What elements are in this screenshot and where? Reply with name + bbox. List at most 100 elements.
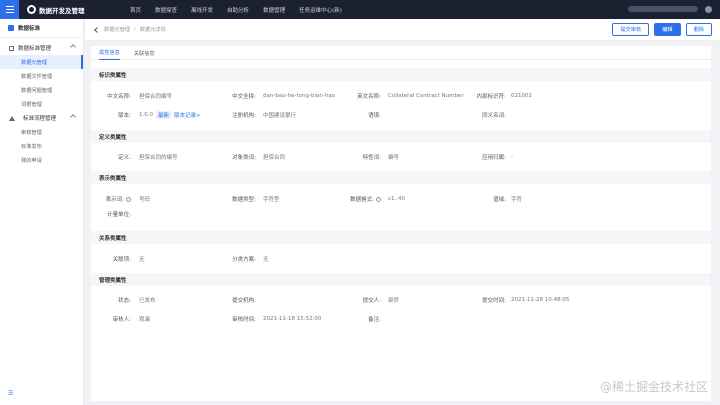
topnav-home[interactable]: 首页 (123, 0, 148, 19)
field-label: 计量单位: (107, 212, 131, 218)
section-definition: 定义类属性 (91, 130, 711, 143)
field-value: 无 (139, 257, 145, 263)
field-label: 内部标识符: (476, 94, 506, 100)
field-label: 中文名称: (107, 94, 131, 100)
field-row: 版本: 1.0.0 最新 版本记录> 注册机构: 中国建设银行 语境: 同义名词… (91, 107, 711, 123)
sidebar-item-data-file[interactable]: 数据文件管理 (0, 69, 83, 83)
sidebar-item-data-issue[interactable]: 数据问题管理 (0, 83, 83, 97)
field-value: 2021-11-18 15:52:00 (263, 316, 322, 322)
field-value: 担保合同的编号 (139, 155, 178, 161)
tab-relations[interactable]: 关联信息 (134, 46, 155, 60)
field-value: 已发布 (139, 298, 156, 304)
section-identity: 标识类属性 (91, 68, 711, 81)
user-avatar-icon[interactable] (705, 6, 712, 13)
field-row: 表示词: 号码 数据类型: 字符型 数据格式: c1..40 值域: 字符 (91, 191, 711, 207)
delete-button[interactable]: 删除 (685, 23, 712, 36)
field-label: 数据格式: (341, 191, 381, 207)
field-label: 中文全拼: (232, 94, 256, 100)
field-row: 关联项: 无 分类方案: 无 (91, 251, 711, 267)
field-label: 注册机构: (232, 113, 256, 119)
menu-toggle-button[interactable] (0, 0, 19, 19)
field-value: 无 (263, 257, 269, 263)
field-value: 担保合同 (263, 155, 286, 161)
sidebar-group-process-management[interactable]: 标准流程管理 (0, 111, 83, 125)
hamburger-icon (5, 6, 14, 13)
warning-icon (9, 115, 15, 121)
field-label: 分类方案: (232, 257, 256, 263)
field-value: 2021-11-28 10:48:05 (511, 297, 570, 303)
field-label: 同义名词: (482, 113, 506, 119)
version-value: 1.0.0 (139, 112, 153, 118)
field-value: 021002 (511, 93, 532, 99)
topnav-data-management[interactable]: 数据管理 (256, 0, 292, 19)
field-label: 对象类词: (232, 155, 256, 161)
data-standard-icon (8, 25, 14, 31)
field-label: 提交机构: (232, 298, 256, 304)
help-icon[interactable] (126, 196, 131, 202)
tab-attributes[interactable]: 属性信息 (99, 46, 120, 60)
breadcrumb-separator: / (133, 26, 136, 33)
field-row: 中文名称: 担保合同编号 中文全拼: dan-bao-he-tong-bian-… (91, 88, 711, 104)
breadcrumb-current: 数据元详情 (139, 27, 166, 33)
field-value: 1.0.0 最新 版本记录> (139, 107, 201, 123)
field-label: 值域: (493, 197, 506, 203)
back-arrow-icon[interactable] (94, 26, 100, 33)
latest-badge: 最新 (156, 111, 172, 119)
sidebar-item-data-element[interactable]: 数据元管理 (0, 55, 83, 69)
submit-review-button[interactable]: 提交审核 (612, 23, 650, 36)
field-value: Collateral Contract Number (388, 93, 464, 99)
sidebar-item-word-root[interactable]: 词根管理 (0, 97, 83, 111)
sidebar: 数据标准 数据标准管理 数据元管理 数据文件管理 数据问题管理 词根管理 标准流… (0, 19, 84, 405)
section-management: 管理类属性 (91, 273, 711, 286)
field-label: 审核时间: (232, 317, 256, 323)
tab-bar: 属性信息 关联信息 (91, 46, 711, 60)
user-info[interactable] (628, 6, 698, 12)
help-icon[interactable] (376, 196, 381, 202)
watermark: @稀土掘金技术社区 (599, 380, 708, 394)
field-row: 状态: 已发布 提交机构: 提交人: 部侨 提交时间: 2021-11-28 1… (91, 292, 711, 308)
sidebar-group-standard-management[interactable]: 数据标准管理 (0, 41, 83, 55)
field-value: 观澜 (139, 317, 151, 323)
chevron-up-icon (70, 44, 76, 50)
sidebar-title: 数据标准 (0, 19, 83, 38)
field-value: dan-bao-he-tong-bian-hao (263, 93, 336, 99)
topnav-self-analysis[interactable]: 自助分析 (220, 0, 256, 19)
page-header: 数据元管理 / 数据元详情 提交审核 编辑 删除 (85, 19, 720, 41)
field-value: - (511, 154, 513, 160)
field-value: 号码 (139, 197, 151, 203)
section-representation: 表示类属性 (91, 171, 711, 184)
field-label: 提交时间: (482, 298, 506, 304)
breadcrumb-parent[interactable]: 数据元管理 (104, 26, 130, 33)
field-label: 表示词: (91, 191, 131, 207)
field-label: 关联项: (112, 257, 131, 263)
detail-panel: 属性信息 关联信息 标识类属性 中文名称: 担保合同编号 中文全拼: dan-b… (91, 46, 711, 401)
top-nav: 首页 数据探查 离线开发 自助分析 数据管理 任务运维中心(新) (123, 0, 349, 19)
sidebar-item-review[interactable]: 审核管理 (0, 125, 83, 139)
app-title: 数据开发及管理 (39, 6, 85, 15)
field-label: 应用归属: (482, 155, 506, 161)
field-label: 定义: (118, 155, 131, 161)
header-actions: 提交审核 编辑 删除 (612, 23, 712, 36)
collapse-sidebar-icon[interactable]: ☰ (8, 390, 13, 397)
app-logo[interactable]: 数据开发及管理 (27, 5, 123, 15)
topnav-explore[interactable]: 数据探查 (148, 0, 184, 19)
field-value: 担保合同编号 (139, 94, 173, 100)
field-row: 审核人: 观澜 审核时间: 2021-11-18 15:52:00 备注: (91, 311, 711, 327)
sidebar-item-publish[interactable]: 标准发布 (0, 139, 83, 153)
field-label: 英文名称: (357, 94, 381, 100)
sidebar-item-my-applications[interactable]: 我的申请 (0, 153, 83, 167)
field-label: 备注: (368, 317, 381, 323)
field-value: 中国建设银行 (263, 113, 297, 119)
topnav-task-ops[interactable]: 任务运维中心(新) (292, 0, 349, 19)
field-label: 状态: (118, 298, 131, 304)
field-row: 计量单位: (91, 206, 711, 222)
section-relation: 关系类属性 (91, 231, 711, 244)
field-value: 字符型 (263, 197, 280, 203)
logo-icon (27, 5, 36, 14)
field-label: 特性词: (362, 155, 381, 161)
version-history-link[interactable]: 版本记录> (174, 111, 201, 119)
edit-button[interactable]: 编辑 (654, 23, 681, 36)
topnav-offline-dev[interactable]: 离线开发 (184, 0, 220, 19)
chevron-up-icon (70, 114, 76, 120)
field-label: 审核人: (112, 317, 131, 323)
